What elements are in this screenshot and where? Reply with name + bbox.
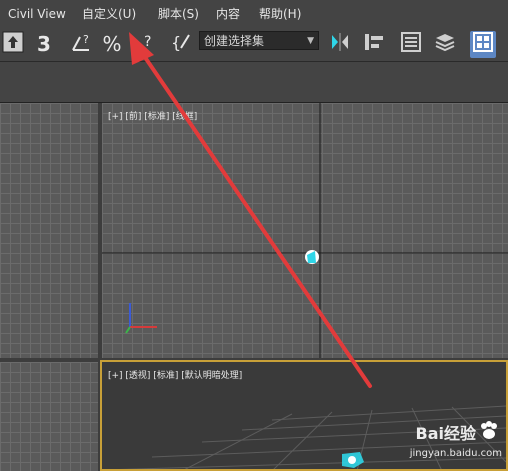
snap-toggle-button[interactable]: 3 xyxy=(33,31,55,58)
menu-bar: Civil View 自定义(U) 脚本(S) 内容 帮助(H) xyxy=(0,0,508,29)
upload-arrow-icon xyxy=(2,31,24,53)
percent-snap-button[interactable]: % xyxy=(100,31,124,58)
select-and-link-button[interactable] xyxy=(0,31,26,58)
scene-explorer-button[interactable] xyxy=(398,31,424,58)
watermark-brand: Bai经验 xyxy=(415,424,476,443)
ribbon-area xyxy=(0,62,508,103)
viewport-top-left[interactable] xyxy=(0,103,98,358)
named-selection-set-value: 创建选择集 xyxy=(204,34,265,48)
mirror-icon xyxy=(332,33,348,51)
angle-snap-button[interactable]: ? xyxy=(68,31,94,58)
front-viewport-canvas xyxy=(102,103,508,358)
menu-customize[interactable]: 自定义(U) xyxy=(82,0,136,28)
svg-text:{: { xyxy=(171,33,181,52)
align-button[interactable] xyxy=(360,31,388,58)
brace-icon: { xyxy=(171,33,190,52)
world-axis-tripod-icon xyxy=(125,303,157,334)
layer-explorer-button[interactable] xyxy=(432,31,458,58)
layers-icon xyxy=(435,34,455,52)
named-selection-set-dropdown[interactable]: 创建选择集 ▼ xyxy=(199,31,319,50)
align-icon xyxy=(365,34,383,50)
chevron-down-icon: ▼ xyxy=(307,36,314,46)
svg-text:?: ? xyxy=(144,34,151,50)
watermark: Bai经验 jingyan.baidu.com xyxy=(388,418,506,468)
menu-scripting[interactable]: 脚本(S) xyxy=(158,0,199,28)
paw-logo-icon xyxy=(481,421,497,439)
viewport-bottom-left[interactable] xyxy=(0,362,98,471)
menu-help[interactable]: 帮助(H) xyxy=(259,0,301,28)
list-icon xyxy=(401,32,421,52)
edit-named-selection-button[interactable]: { xyxy=(168,31,194,58)
menu-civil-view[interactable]: Civil View xyxy=(8,0,66,28)
mirror-button[interactable] xyxy=(326,31,354,58)
ribbon-toggle-button[interactable] xyxy=(470,31,496,58)
watermark-url: jingyan.baidu.com xyxy=(409,448,502,459)
grid-panel-icon xyxy=(473,32,493,52)
svg-text:?: ? xyxy=(83,33,89,46)
transform-gizmo-icon xyxy=(305,250,319,264)
spinner-snap-icon: ? xyxy=(144,34,151,50)
spinner-snap-button[interactable]: ? xyxy=(140,31,160,58)
menu-content[interactable]: 内容 xyxy=(216,0,240,28)
viewport-front[interactable]: [+] [前] [标准] [线框] xyxy=(102,103,508,358)
angle-snap-icon: ? xyxy=(72,33,89,51)
